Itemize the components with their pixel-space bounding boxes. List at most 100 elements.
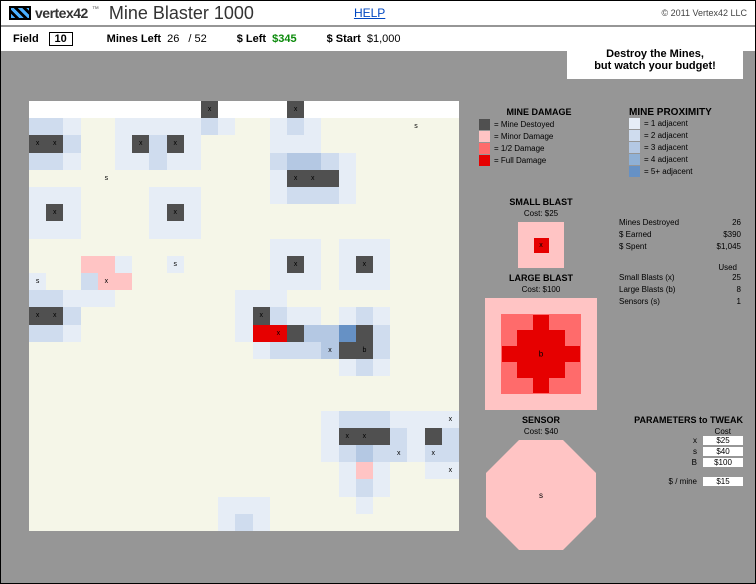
grid-cell[interactable]	[29, 497, 46, 514]
grid-cell[interactable]	[321, 221, 338, 238]
grid-cell[interactable]	[321, 170, 338, 187]
grid-cell[interactable]	[149, 135, 166, 152]
grid-cell[interactable]	[184, 135, 201, 152]
grid-cell[interactable]	[63, 273, 80, 290]
grid-cell[interactable]	[373, 445, 390, 462]
grid-cell[interactable]	[390, 118, 407, 135]
grid-cell[interactable]	[167, 153, 184, 170]
grid-cell[interactable]	[442, 359, 459, 376]
grid-cell[interactable]	[390, 307, 407, 324]
param-b-value[interactable]: $100	[703, 458, 743, 467]
grid-cell[interactable]	[356, 514, 373, 531]
grid-cell[interactable]	[29, 239, 46, 256]
grid-cell[interactable]	[29, 376, 46, 393]
grid-cell[interactable]	[29, 325, 46, 342]
grid-cell[interactable]	[356, 497, 373, 514]
grid-cell[interactable]	[321, 101, 338, 118]
grid-cell[interactable]	[356, 307, 373, 324]
grid-cell[interactable]	[356, 135, 373, 152]
grid-cell[interactable]	[115, 290, 132, 307]
grid-cell[interactable]	[270, 239, 287, 256]
grid-cell[interactable]	[98, 221, 115, 238]
grid-cell[interactable]	[98, 411, 115, 428]
grid-cell[interactable]	[218, 342, 235, 359]
grid-cell[interactable]	[442, 170, 459, 187]
grid-cell[interactable]	[218, 239, 235, 256]
grid-cell[interactable]	[270, 497, 287, 514]
grid-cell[interactable]	[253, 307, 270, 324]
grid-cell[interactable]	[132, 170, 149, 187]
grid-cell[interactable]	[98, 325, 115, 342]
grid-cell[interactable]	[442, 256, 459, 273]
grid-cell[interactable]	[407, 187, 424, 204]
grid-cell[interactable]	[98, 135, 115, 152]
grid-cell[interactable]	[321, 256, 338, 273]
grid-cell[interactable]	[184, 290, 201, 307]
grid-cell[interactable]	[390, 221, 407, 238]
grid-cell[interactable]	[235, 290, 252, 307]
grid-cell[interactable]	[270, 187, 287, 204]
grid-cell[interactable]	[287, 393, 304, 410]
grid-cell[interactable]	[442, 342, 459, 359]
grid-cell[interactable]	[442, 393, 459, 410]
grid-cell[interactable]	[235, 187, 252, 204]
grid-cell[interactable]	[425, 135, 442, 152]
grid-cell[interactable]	[115, 376, 132, 393]
grid-cell[interactable]	[270, 393, 287, 410]
grid-cell[interactable]	[149, 307, 166, 324]
grid-cell[interactable]	[339, 393, 356, 410]
grid-cell[interactable]	[167, 514, 184, 531]
grid-cell[interactable]	[81, 135, 98, 152]
grid-cell[interactable]	[287, 497, 304, 514]
grid-cell[interactable]	[184, 118, 201, 135]
grid-cell[interactable]	[287, 135, 304, 152]
grid-cell[interactable]	[184, 479, 201, 496]
grid-cell[interactable]	[373, 273, 390, 290]
grid-cell[interactable]	[321, 118, 338, 135]
grid-cell[interactable]	[339, 307, 356, 324]
grid-cell[interactable]	[132, 221, 149, 238]
grid-cell[interactable]	[287, 239, 304, 256]
grid-cell[interactable]	[390, 342, 407, 359]
grid-cell[interactable]	[425, 445, 442, 462]
grid-cell[interactable]	[184, 239, 201, 256]
grid-cell[interactable]	[235, 445, 252, 462]
grid-cell[interactable]	[356, 393, 373, 410]
grid-cell[interactable]	[235, 462, 252, 479]
grid-cell[interactable]	[201, 273, 218, 290]
grid-cell[interactable]	[304, 273, 321, 290]
grid-cell[interactable]	[218, 393, 235, 410]
grid-cell[interactable]	[235, 307, 252, 324]
grid-cell[interactable]	[304, 411, 321, 428]
grid-cell[interactable]	[407, 153, 424, 170]
grid-cell[interactable]	[425, 411, 442, 428]
grid-cell[interactable]	[98, 170, 115, 187]
grid-cell[interactable]	[132, 273, 149, 290]
grid-cell[interactable]	[253, 135, 270, 152]
grid-cell[interactable]	[218, 101, 235, 118]
grid-cell[interactable]	[184, 256, 201, 273]
grid-cell[interactable]	[149, 187, 166, 204]
grid-cell[interactable]	[373, 376, 390, 393]
grid-cell[interactable]	[356, 101, 373, 118]
grid-cell[interactable]	[167, 479, 184, 496]
grid-cell[interactable]	[425, 290, 442, 307]
grid-cell[interactable]	[235, 479, 252, 496]
grid-cell[interactable]	[201, 325, 218, 342]
grid-cell[interactable]	[253, 325, 270, 342]
grid-cell[interactable]	[425, 393, 442, 410]
grid-cell[interactable]	[167, 135, 184, 152]
grid-cell[interactable]	[339, 325, 356, 342]
grid-cell[interactable]	[201, 256, 218, 273]
grid-cell[interactable]	[29, 153, 46, 170]
grid-cell[interactable]	[390, 187, 407, 204]
grid-cell[interactable]	[442, 239, 459, 256]
grid-cell[interactable]	[356, 411, 373, 428]
grid-cell[interactable]	[270, 204, 287, 221]
grid-cell[interactable]	[407, 204, 424, 221]
grid-cell[interactable]	[218, 428, 235, 445]
grid-cell[interactable]	[339, 462, 356, 479]
grid-cell[interactable]	[115, 514, 132, 531]
grid-cell[interactable]	[63, 325, 80, 342]
grid-cell[interactable]	[201, 170, 218, 187]
